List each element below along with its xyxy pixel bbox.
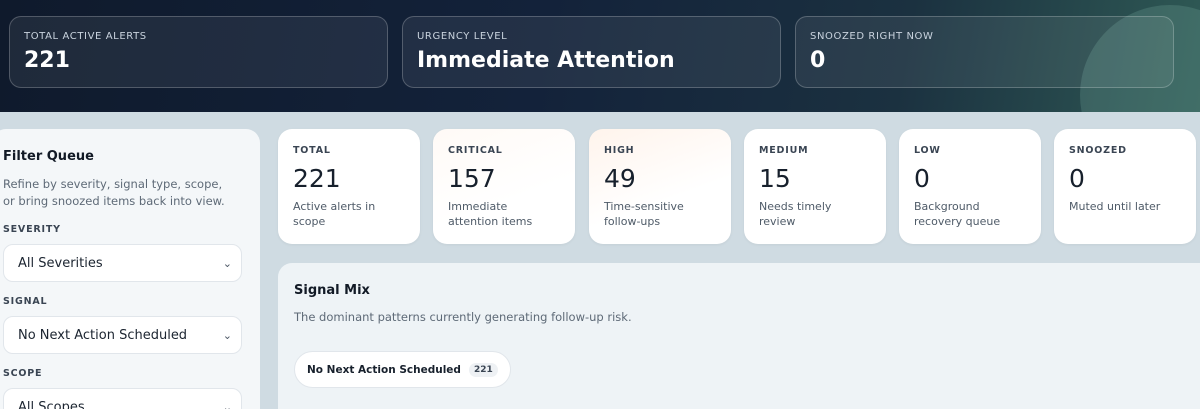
signal-mix-panel: Signal Mix The dominant patterns current… — [278, 263, 1200, 409]
urgency-level-card: URGENCY LEVEL Immediate Attention — [402, 16, 781, 88]
severity-card-key: CRITICAL — [448, 145, 503, 156]
severity-card-key: MEDIUM — [759, 145, 809, 156]
severity-card-key: TOTAL — [293, 145, 331, 156]
severity-card-desc: Muted until later — [1069, 200, 1161, 213]
severity-card-medium[interactable]: MEDIUM 15 Needs timely review — [744, 129, 886, 244]
stat-value: 0 — [810, 48, 826, 73]
severity-card-total[interactable]: TOTAL 221 Active alerts in scope — [278, 129, 420, 244]
signal-select[interactable]: No Next Action Scheduled ⌄ — [3, 316, 242, 354]
severity-card-count: 221 — [293, 164, 341, 193]
severity-card-key: LOW — [914, 145, 941, 156]
severity-card-desc: Immediate attention items — [448, 200, 533, 228]
severity-card-count: 157 — [448, 164, 496, 193]
severity-select[interactable]: All Severities ⌄ — [3, 244, 242, 282]
severity-card-count: 49 — [604, 164, 636, 193]
stat-value: 221 — [24, 48, 70, 73]
severity-label: SEVERITY — [3, 224, 61, 235]
severity-card-desc: Time-sensitive follow-ups — [604, 200, 684, 228]
signal-selected: No Next Action Scheduled — [18, 327, 188, 343]
severity-card-count: 0 — [914, 164, 930, 193]
stat-label: URGENCY LEVEL — [417, 31, 508, 42]
severity-selected: All Severities — [18, 255, 103, 271]
chevron-down-icon: ⌄ — [222, 256, 232, 270]
signal-label: SIGNAL — [3, 296, 48, 307]
total-active-alerts-card: TOTAL ACTIVE ALERTS 221 — [9, 16, 388, 88]
severity-card-count: 15 — [759, 164, 791, 193]
signal-mix-title: Signal Mix — [294, 283, 370, 298]
severity-card-snoozed[interactable]: SNOOZED 0 Muted until later — [1054, 129, 1196, 244]
scope-selected: All Scopes — [18, 399, 85, 409]
severity-card-low[interactable]: LOW 0 Background recovery queue — [899, 129, 1041, 244]
severity-card-desc: Active alerts in scope — [293, 200, 376, 228]
filter-description: Refine by severity, signal type, scope, … — [3, 177, 225, 208]
signal-mix-subtitle: The dominant patterns currently generati… — [294, 310, 632, 324]
severity-card-desc: Background recovery queue — [914, 200, 1001, 228]
scope-label: SCOPE — [3, 368, 43, 379]
signal-pill[interactable]: No Next Action Scheduled 221 — [294, 351, 511, 388]
severity-card-high[interactable]: HIGH 49 Time-sensitive follow-ups — [589, 129, 731, 244]
severity-card-key: SNOOZED — [1069, 145, 1127, 156]
severity-card-critical[interactable]: CRITICAL 157 Immediate attention items — [433, 129, 575, 244]
signal-pill-count: 221 — [468, 362, 498, 377]
stat-label: SNOOZED RIGHT NOW — [810, 31, 934, 42]
chevron-down-icon: ⌄ — [222, 328, 232, 342]
chevron-down-icon: ⌄ — [222, 400, 232, 409]
stat-label: TOTAL ACTIVE ALERTS — [24, 31, 147, 42]
severity-card-count: 0 — [1069, 164, 1085, 193]
filter-queue-panel: Filter Queue Refine by severity, signal … — [0, 129, 260, 409]
severity-card-key: HIGH — [604, 145, 635, 156]
scope-select[interactable]: All Scopes ⌄ — [3, 388, 242, 409]
signal-pill-label: No Next Action Scheduled — [307, 363, 461, 376]
filter-title: Filter Queue — [3, 149, 94, 164]
severity-card-desc: Needs timely review — [759, 200, 832, 228]
summary-banner: TOTAL ACTIVE ALERTS 221 URGENCY LEVEL Im… — [0, 0, 1200, 112]
stat-value: Immediate Attention — [417, 48, 675, 73]
snoozed-now-card: SNOOZED RIGHT NOW 0 — [795, 16, 1174, 88]
